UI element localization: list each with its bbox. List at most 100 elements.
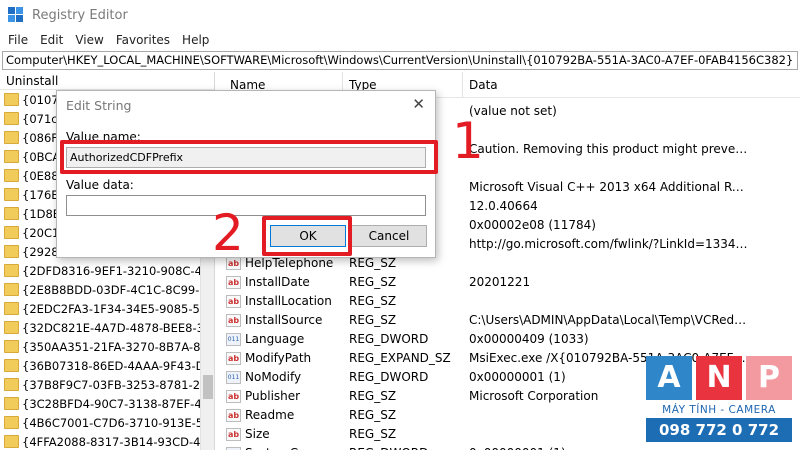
- menu-bar: File Edit View Favorites Help: [0, 30, 800, 50]
- folder-icon: [4, 150, 19, 163]
- value-data-label: Value data:: [66, 178, 134, 192]
- value-data: (value not set): [469, 104, 557, 118]
- tree-item-label: {350AA351-21FA-3270-8B7A-8354: [22, 339, 215, 354]
- value-name: ModifyPath: [245, 351, 312, 365]
- cancel-button[interactable]: Cancel: [351, 225, 427, 247]
- tree-item[interactable]: {2DFD8316-9EF1-3210-908C-4CB6: [0, 261, 214, 280]
- menu-view[interactable]: View: [69, 33, 109, 47]
- value-row[interactable]: ab InstallDate REG_SZ 20201221: [220, 273, 800, 292]
- string-value-icon: ab: [226, 276, 241, 289]
- address-bar[interactable]: Computer\HKEY_LOCAL_MACHINE\SOFTWARE\Mic…: [2, 51, 798, 70]
- tree-item[interactable]: {4FFA2088-8317-3B14-93CD-4C69: [0, 432, 214, 450]
- value-data: Caution. Removing this product might pre…: [469, 142, 749, 156]
- tree-item[interactable]: {350AA351-21FA-3270-8B7A-8354: [0, 337, 214, 356]
- value-row[interactable]: 011 Language REG_DWORD 0x00000409 (1033): [220, 330, 800, 349]
- folder-icon: [4, 131, 19, 144]
- folder-icon: [4, 93, 19, 106]
- value-name: InstallLocation: [245, 294, 332, 308]
- menu-help[interactable]: Help: [176, 33, 215, 47]
- tree-current-key[interactable]: Uninstall: [0, 72, 214, 90]
- value-row[interactable]: ab InstallLocation REG_SZ: [220, 292, 800, 311]
- value-data: 0x00000001 (1): [469, 446, 749, 450]
- menu-favorites[interactable]: Favorites: [110, 33, 176, 47]
- folder-icon: [4, 207, 19, 220]
- folder-icon: [4, 245, 19, 258]
- tree-item-label: {36B07318-86ED-4AAA-9F43-DB0: [22, 358, 215, 373]
- value-row[interactable]: 011SystemComponREG_DWORD0x00000001 (1): [220, 444, 800, 450]
- value-data: 20201221: [469, 275, 531, 289]
- close-icon[interactable]: ✕: [412, 95, 425, 113]
- tree-item[interactable]: {4B6C7001-C7D6-3710-913E-5BC2: [0, 413, 214, 432]
- tree-item[interactable]: {2E8B8BDD-03DF-4C1C-8C99-6EA: [0, 280, 214, 299]
- tree-item[interactable]: {3C28BFD4-90C7-3138-87EF-418D: [0, 394, 214, 413]
- tree-item-label: {2DFD8316-9EF1-3210-908C-4CB6: [22, 263, 215, 278]
- menu-edit[interactable]: Edit: [34, 33, 69, 47]
- tree-item[interactable]: {36B07318-86ED-4AAA-9F43-DB0: [0, 356, 214, 375]
- tree-item-label: {32DC821E-4A7D-4878-BEE8-337F: [22, 320, 215, 335]
- menu-file[interactable]: File: [2, 33, 34, 47]
- folder-icon: [4, 378, 19, 391]
- value-name: HelpTelephone: [245, 256, 334, 270]
- dialog-title: Edit String: [66, 98, 132, 113]
- tree-item-label: {4B6C7001-C7D6-3710-913E-5BC2: [22, 415, 215, 430]
- value-type: REG_SZ: [349, 389, 397, 403]
- folder-icon: [4, 226, 19, 239]
- value-data-field[interactable]: [66, 195, 426, 216]
- binary-value-icon: 011: [226, 371, 241, 384]
- value-data: http://go.microsoft.com/fwlink/?LinkId=1…: [469, 237, 749, 251]
- value-type: REG_SZ: [349, 256, 397, 270]
- value-name: Readme: [245, 408, 295, 422]
- folder-icon: [4, 188, 19, 201]
- folder-icon: [4, 435, 19, 448]
- title-bar: Registry Editor: [0, 0, 800, 30]
- string-value-icon: ab: [226, 295, 241, 308]
- value-data: 0x00002e08 (11784): [469, 218, 596, 232]
- string-value-icon: ab: [226, 409, 241, 422]
- value-type: REG_SZ: [349, 408, 397, 422]
- tree-item-label: {2EDC2FA3-1F34-34E5-9085-588C: [22, 301, 215, 316]
- anp-logo: A N P MÁY TÍNH - CAMERA 098 772 0 772: [646, 356, 792, 444]
- highlight-ok-button: [262, 216, 352, 256]
- folder-icon: [4, 302, 19, 315]
- logo-letter-n: N: [696, 356, 742, 400]
- value-type: REG_SZ: [349, 313, 397, 327]
- string-value-icon: ab: [226, 352, 241, 365]
- folder-icon: [4, 359, 19, 372]
- tree-item[interactable]: {32DC821E-4A7D-4878-BEE8-337F: [0, 318, 214, 337]
- column-header-data[interactable]: Data: [469, 78, 498, 92]
- value-name: InstallSource: [245, 313, 323, 327]
- value-name: SystemCompon: [245, 446, 340, 450]
- value-data: C:\Users\ADMIN\AppData\Local\Temp\VCRedi…: [469, 313, 749, 327]
- logo-phone: 098 772 0 772: [646, 418, 792, 442]
- binary-value-icon: 011: [226, 333, 241, 346]
- tree-item-label: {0E88: [22, 168, 59, 183]
- string-value-icon: ab: [226, 428, 241, 441]
- value-type: REG_DWORD: [349, 370, 429, 384]
- folder-icon: [4, 112, 19, 125]
- value-type: REG_DWORD: [349, 332, 429, 346]
- logo-tagline: MÁY TÍNH - CAMERA: [662, 404, 776, 416]
- logo-letter-a: A: [646, 356, 692, 400]
- folder-icon: [4, 340, 19, 353]
- edit-string-dialog: Edit String ✕ Value name: Value data: OK…: [56, 90, 436, 258]
- value-name: Publisher: [245, 389, 301, 403]
- string-value-icon: ab: [226, 314, 241, 327]
- tree-item-label: {2E8B8BDD-03DF-4C1C-8C99-6EA: [22, 282, 215, 297]
- folder-icon: [4, 321, 19, 334]
- value-data: 0x00000409 (1033): [469, 332, 589, 346]
- value-type: REG_EXPAND_SZ: [349, 351, 451, 365]
- highlight-value-name: [60, 140, 438, 174]
- folder-icon: [4, 264, 19, 277]
- tree-scrollbar-thumb[interactable]: [203, 375, 213, 399]
- tree-item[interactable]: {37B8F9C7-03FB-3253-8781-2517: [0, 375, 214, 394]
- value-name: Size: [245, 427, 270, 441]
- value-data: Microsoft Visual C++ 2013 x64 Additional…: [469, 180, 749, 194]
- tree-item-label: {37B8F9C7-03FB-3253-8781-2517: [22, 377, 215, 392]
- step-1-number: 1: [452, 112, 484, 170]
- tree-item-label: {0BCA: [22, 149, 61, 164]
- tree-item-label: {4FFA2088-8317-3B14-93CD-4C69: [22, 434, 215, 449]
- tree-item[interactable]: {2EDC2FA3-1F34-34E5-9085-588C: [0, 299, 214, 318]
- logo-letter-p: P: [746, 356, 792, 400]
- value-row[interactable]: ab InstallSource REG_SZ C:\Users\ADMIN\AppD…: [220, 311, 800, 330]
- value-type: REG_SZ: [349, 275, 397, 289]
